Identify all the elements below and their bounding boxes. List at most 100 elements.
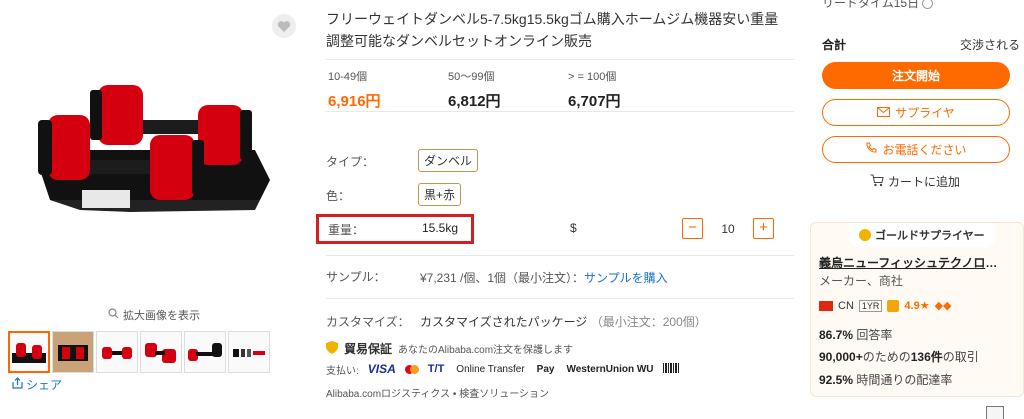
payment-label: 支払い: bbox=[326, 365, 359, 377]
weight-label: 重量： bbox=[328, 223, 365, 237]
response-rate-label: 回答率 bbox=[856, 328, 893, 342]
thumbnail[interactable] bbox=[184, 331, 226, 373]
boleto-barcode-icon bbox=[662, 362, 679, 376]
gold-medal-icon bbox=[859, 229, 871, 241]
currency-symbol: $ bbox=[570, 221, 577, 235]
payment-methods: 支払い: VISA T/T Online Transfer Pay Wester… bbox=[326, 361, 679, 377]
divider bbox=[326, 59, 794, 60]
contact-supplier-button[interactable]: サプライヤ bbox=[822, 99, 1010, 126]
quantity-plus-button[interactable]: + bbox=[753, 218, 774, 239]
transactions-count: 136件 bbox=[910, 350, 943, 364]
transactions-suffix: の取引 bbox=[942, 350, 979, 364]
country-code: CN bbox=[838, 299, 854, 312]
ontime-value: 92.5% bbox=[819, 373, 854, 387]
price-tier-range: 50～99個 bbox=[448, 71, 495, 83]
type-option[interactable]: ダンベル bbox=[418, 149, 479, 172]
sample-label: サンプル： bbox=[326, 270, 386, 284]
quantity-minus-button[interactable]: − bbox=[682, 218, 703, 239]
rating-value: 4.9 bbox=[904, 300, 920, 312]
thumbnail[interactable] bbox=[8, 331, 50, 373]
verified-icon bbox=[887, 299, 900, 312]
customization-text: カスタマイズされたパッケージ bbox=[420, 315, 588, 329]
thumbnail[interactable] bbox=[52, 331, 94, 373]
price-tier: > = 100個 6,707円 bbox=[568, 68, 621, 111]
product-title: フリーウェイトダンベル5-7.5kg15.5kgゴム購入ホームジム機器安い重量調… bbox=[326, 11, 779, 49]
tt-logo: T/T bbox=[427, 363, 445, 375]
wishlist-heart-icon[interactable] bbox=[272, 14, 296, 38]
online-transfer-logo: Online Transfer bbox=[456, 363, 525, 375]
phone-icon bbox=[865, 142, 877, 157]
add-to-cart-link[interactable]: カートに追加 bbox=[870, 173, 960, 190]
lead-time-label: リードタイム15日 bbox=[822, 0, 920, 10]
trade-assurance[interactable]: 貿易保証 あなたのAlibaba.com注文を保護します bbox=[326, 340, 573, 357]
cart-icon bbox=[870, 174, 884, 190]
floating-widget-icon[interactable] bbox=[986, 406, 1004, 419]
trade-assurance-subtitle: あなたのAlibaba.com注文を保護します bbox=[398, 345, 574, 356]
transactions-stat: 90,000+のための136件の取引 bbox=[819, 348, 979, 365]
contact-supplier-label: サプライヤ bbox=[895, 106, 955, 120]
call-me-button[interactable]: お電話ください bbox=[822, 136, 1010, 163]
logistics-row: Alibaba.comロジスティクス • 検査ソリューション bbox=[326, 385, 549, 400]
customization-label: カスタマイズ： bbox=[326, 315, 410, 329]
sample-price-text: ¥7,231 /個、1個（最小注文）： bbox=[420, 271, 585, 285]
mastercard-icon bbox=[404, 364, 419, 374]
wu-text: WU bbox=[636, 363, 654, 375]
diamond-icon: ◆◆ bbox=[934, 300, 952, 312]
supplier-card: ゴールドサプライヤー 義烏ニューフィッシュテクノロジー メーカー、商社 CN 1… bbox=[810, 222, 1024, 397]
type-label: タイプ： bbox=[326, 155, 375, 169]
zoom-hint[interactable]: 拡大画像を表示 bbox=[108, 307, 200, 323]
start-order-button[interactable]: 注文開始 bbox=[822, 62, 1010, 89]
share-icon bbox=[12, 377, 23, 392]
thumbnail[interactable] bbox=[228, 331, 270, 373]
price-tier-range: > = 100個 bbox=[568, 71, 617, 83]
share-link[interactable]: シェア bbox=[12, 376, 62, 393]
supplier-type: メーカー、商社 bbox=[819, 274, 903, 288]
shield-icon bbox=[326, 340, 338, 357]
gold-supplier-badge: ゴールドサプライヤー bbox=[849, 223, 995, 247]
transactions-prefix: 90,000+ bbox=[819, 350, 863, 364]
supplier-name[interactable]: 義烏ニューフィッシュテクノロジー bbox=[819, 254, 1009, 271]
ontime-stat: 92.5% 時間通りの配達率 bbox=[819, 371, 952, 388]
quantity-input[interactable]: 10 bbox=[703, 222, 753, 236]
years-badge: 1YR bbox=[858, 299, 883, 312]
supplier-rating: 4.9★ bbox=[904, 300, 930, 312]
logistics-link[interactable]: Alibaba.comロジスティクス bbox=[326, 389, 450, 400]
price-tier-price: 6,812円 bbox=[448, 93, 501, 110]
trade-assurance-title: 貿易保証 bbox=[344, 342, 393, 356]
logistics-separator: • bbox=[452, 389, 457, 400]
color-option[interactable]: 黒+赤 bbox=[418, 183, 462, 206]
visa-logo: VISA bbox=[367, 362, 396, 376]
price-tier-range: 10-49個 bbox=[328, 71, 368, 83]
thumbnail[interactable] bbox=[96, 331, 138, 373]
product-gallery: 拡大画像を表示 シェア bbox=[0, 0, 300, 419]
magnifier-icon bbox=[108, 308, 119, 322]
price-tier-price: 6,916円 bbox=[328, 93, 381, 110]
western-union-text: WesternUnion bbox=[566, 363, 635, 375]
thumbnail-strip bbox=[8, 331, 270, 373]
zoom-hint-label: 拡大画像を表示 bbox=[123, 310, 200, 322]
inspection-link[interactable]: 検査ソリューション bbox=[459, 389, 549, 400]
product-main-image[interactable] bbox=[20, 60, 280, 260]
sample-info: ¥7,231 /個、1個（最小注文）：サンプルを購入 bbox=[420, 269, 668, 286]
response-rate-value: 86.7% bbox=[819, 328, 854, 342]
ontime-label: 時間通りの配達率 bbox=[856, 373, 953, 387]
call-me-label: お電話ください bbox=[882, 143, 967, 157]
customization-info: カスタマイズされたパッケージ （最小注文：200個） bbox=[420, 313, 707, 330]
color-label: 色： bbox=[326, 189, 351, 203]
add-to-cart-label: カートに追加 bbox=[888, 175, 961, 189]
transactions-mid: のための bbox=[862, 350, 911, 364]
divider bbox=[326, 298, 794, 299]
price-tier-price: 6,707円 bbox=[568, 93, 621, 110]
supplier-badges: CN 1YR 4.9★ ◆◆ bbox=[819, 299, 952, 312]
total-row: 合計 交渉される bbox=[822, 36, 1020, 53]
lead-time-text: リードタイム15日 bbox=[822, 0, 934, 11]
apple-pay-logo: Pay bbox=[536, 363, 555, 375]
buy-sample-link[interactable]: サンプルを購入 bbox=[584, 271, 668, 285]
weight-value[interactable]: 15.5kg bbox=[422, 221, 458, 235]
total-label: 合計 bbox=[822, 38, 847, 52]
price-tier: 50～99個 6,812円 bbox=[448, 68, 501, 111]
share-label: シェア bbox=[26, 378, 63, 392]
thumbnail[interactable] bbox=[140, 331, 182, 373]
divider bbox=[326, 255, 794, 256]
total-value: 交渉される bbox=[959, 38, 1020, 52]
